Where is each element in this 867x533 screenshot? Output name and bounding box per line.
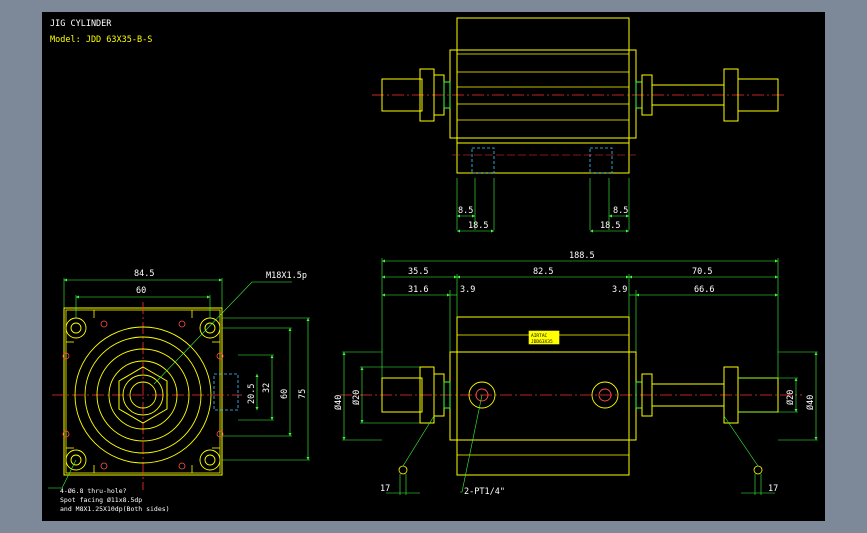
dim-rod-dia-right: Ø20 <box>785 390 796 405</box>
dim-60-vertical: 60 <box>280 389 290 399</box>
dim-top-right-8-5: 8.5 <box>613 206 628 216</box>
front-view: 84.5 60 M18X1.5p 20.5 32 60 75 4-Ø6.8 th… <box>48 269 310 513</box>
dim-pitch-60: 60 <box>136 286 146 296</box>
dim-right-inner-66-6: 66.6 <box>694 285 714 295</box>
dim-top-right-18-5: 18.5 <box>600 221 620 231</box>
hole-note-line-1: 4-Ø6.8 thru-hole? <box>60 487 127 495</box>
top-view: 8.5 18.5 8.5 18.5 <box>372 17 787 233</box>
dim-flat-left-17: 17 <box>380 484 390 494</box>
side-view: AIRTAC JDD63X35 188.5 35.5 82.5 70.5 31.… <box>333 251 818 497</box>
dim-width-84-5: 84.5 <box>134 269 154 279</box>
dim-top-left-18-5: 18.5 <box>468 221 488 231</box>
dim-port-20-5: 20.5 <box>247 384 257 404</box>
dim-step-left-3-9: 3.9 <box>460 285 475 295</box>
dim-left-inner-31-6: 31.6 <box>408 285 428 295</box>
nameplate-line-1: AIRTAC <box>531 333 548 339</box>
thread-callout: M18X1.5p <box>266 271 307 281</box>
dim-boss-dia-right: Ø40 <box>805 395 816 410</box>
nameplate-line-2: JDD63X35 <box>531 339 553 345</box>
dim-overall-188-5: 188.5 <box>569 251 595 261</box>
cad-drawing-viewport[interactable]: JIG CYLINDER Model: JDD 63X35-B-S 8.5 18… <box>42 12 825 521</box>
dim-right-70-5: 70.5 <box>692 267 712 277</box>
dim-75: 75 <box>298 389 308 399</box>
dim-left-35-5: 35.5 <box>408 267 428 277</box>
model-label: Model: JDD 63X35-B-S <box>50 35 152 45</box>
drawing-title: JIG CYLINDER <box>50 19 112 29</box>
dim-top-left-8-5: 8.5 <box>458 206 473 216</box>
dim-flat-right-17: 17 <box>768 484 778 494</box>
dim-step-right-3-9: 3.9 <box>612 285 627 295</box>
dim-boss-dia-left: Ø40 <box>333 395 344 410</box>
hole-note-line-3: and M8X1.25X10dp(Both sides) <box>60 505 170 513</box>
hole-note-line-2: Spot facing Ø11x8.5dp <box>60 496 142 504</box>
dim-32: 32 <box>262 383 272 393</box>
dim-body-82-5: 82.5 <box>533 267 553 277</box>
cad-drawing: JIG CYLINDER Model: JDD 63X35-B-S 8.5 18… <box>48 17 818 513</box>
dim-rod-dia-left: Ø20 <box>351 390 362 405</box>
port-callout: 2-PT1/4" <box>464 487 505 497</box>
